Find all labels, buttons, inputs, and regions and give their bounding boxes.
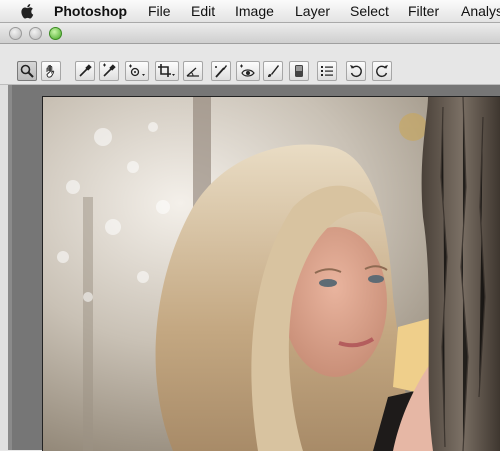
menu-filter[interactable]: Filter xyxy=(408,3,439,19)
white-balance-tool[interactable] xyxy=(75,61,95,81)
rotate-left-button[interactable] xyxy=(346,61,366,81)
workspace xyxy=(0,85,500,451)
menu-layer[interactable]: Layer xyxy=(295,3,330,19)
eyedropper-icon xyxy=(79,64,92,77)
red-eye-icon xyxy=(240,64,255,77)
canvas-area[interactable] xyxy=(12,85,500,451)
crop-icon xyxy=(158,64,175,77)
brush-icon xyxy=(268,65,279,77)
camera-raw-toolbar xyxy=(0,44,500,85)
close-window-button[interactable] xyxy=(9,27,22,40)
menu-image[interactable]: Image xyxy=(235,3,274,19)
red-eye-tool[interactable] xyxy=(236,61,260,81)
rotate-ccw-icon xyxy=(350,65,362,78)
portrait-photo[interactable] xyxy=(42,96,500,451)
straighten-tool[interactable] xyxy=(183,61,203,81)
menu-edit[interactable]: Edit xyxy=(191,3,215,19)
menu-analysis[interactable]: Analys xyxy=(461,3,500,19)
zoom-window-button[interactable] xyxy=(49,27,62,40)
rotate-right-button[interactable] xyxy=(372,61,392,81)
crop-tool[interactable] xyxy=(155,61,179,81)
preferences-button[interactable] xyxy=(317,61,337,81)
spot-brush-icon xyxy=(215,65,227,78)
menu-file[interactable]: File xyxy=(148,3,171,19)
list-icon xyxy=(321,66,333,76)
menu-select[interactable]: Select xyxy=(350,3,389,19)
target-adjust-icon xyxy=(129,64,145,77)
straighten-icon xyxy=(186,67,199,77)
menu-photoshop[interactable]: Photoshop xyxy=(54,3,127,19)
targeted-adjustment-tool[interactable] xyxy=(125,61,149,81)
rotate-cw-icon xyxy=(376,65,388,78)
sampler-eyedropper-icon xyxy=(103,63,116,77)
hand-icon xyxy=(46,64,55,78)
magnifier-icon xyxy=(20,64,34,78)
minimize-window-button[interactable] xyxy=(29,27,42,40)
gradient-filter-icon xyxy=(295,65,303,77)
color-sampler-tool[interactable] xyxy=(99,61,119,81)
window-title-bar xyxy=(0,23,500,44)
menu-bar: Photoshop File Edit Image Layer Select F… xyxy=(0,0,500,23)
graduated-filter-tool[interactable] xyxy=(289,61,309,81)
apple-logo-icon[interactable] xyxy=(19,2,37,20)
spot-removal-tool[interactable] xyxy=(211,61,231,81)
hand-tool[interactable] xyxy=(41,61,61,81)
photo-content xyxy=(43,97,500,451)
adjustment-brush-tool[interactable] xyxy=(263,61,283,81)
zoom-tool[interactable] xyxy=(17,61,37,81)
